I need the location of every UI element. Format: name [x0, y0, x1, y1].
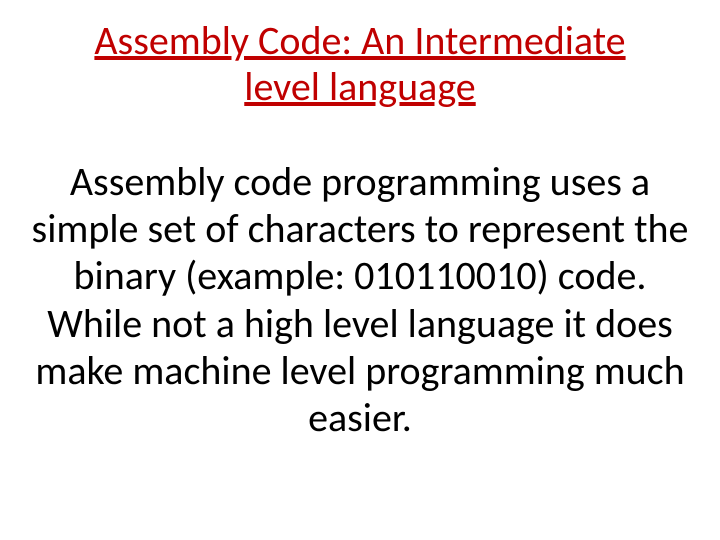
- slide: Assembly Code: An Intermediate level lan…: [0, 0, 720, 540]
- slide-title: Assembly Code: An Intermediate level lan…: [60, 18, 660, 110]
- slide-body-text: Assembly code programming uses a simple …: [30, 158, 690, 441]
